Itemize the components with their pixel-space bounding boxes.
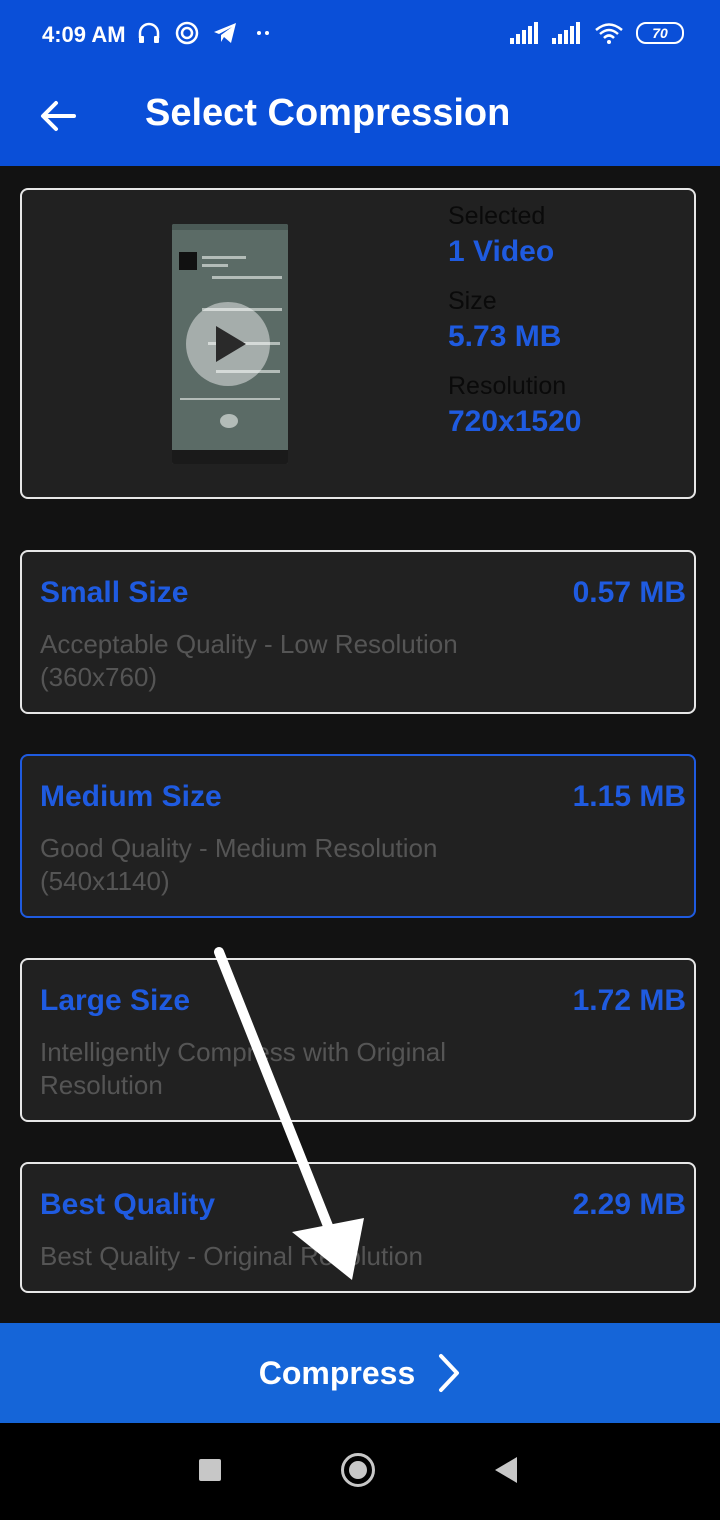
size-value: 5.73 MB (448, 320, 562, 353)
signal-icon (510, 22, 538, 44)
wifi-icon (595, 23, 623, 44)
option-size: 2.29 MB (572, 1188, 686, 1221)
option-best-quality[interactable]: Best Quality 2.29 MB Best Quality - Orig… (20, 1162, 696, 1293)
option-description: Good Quality - Medium Resolution (540x11… (40, 833, 438, 896)
thumbnail-progress (180, 398, 280, 400)
option-size: 0.57 MB (572, 576, 686, 609)
video-info-card: Selected 1 Video Size 5.73 MB Resolution… (20, 188, 696, 499)
option-title: Medium Size (40, 780, 222, 813)
more-dots-icon (257, 31, 269, 35)
thumbnail-line (202, 256, 246, 259)
app-bar: Select Compression (0, 70, 720, 166)
status-bar: 4:09 AM 70 (0, 0, 720, 70)
option-description: Intelligently Compress with Original Res… (40, 1037, 447, 1100)
option-medium-size[interactable]: Medium Size 1.15 MB Good Quality - Mediu… (20, 754, 696, 918)
thumbnail-pause (220, 414, 238, 428)
video-thumbnail[interactable] (172, 224, 288, 464)
option-title: Small Size (40, 576, 189, 609)
system-nav-bar (0, 1423, 720, 1520)
signal-icon (552, 22, 580, 44)
thumbnail-statusbar (172, 224, 288, 230)
compress-button[interactable]: Compress (0, 1323, 720, 1423)
status-icons-left (136, 20, 276, 46)
selected-label: Selected (448, 202, 546, 230)
resolution-value: 720x1520 (448, 405, 582, 438)
compress-label: Compress (258, 1354, 416, 1391)
video-meta: Selected 1 Video Size 5.73 MB Resolution… (448, 202, 581, 457)
option-description: Best Quality - Original Resolution (40, 1241, 423, 1271)
option-size: 1.72 MB (572, 984, 686, 1017)
page-title: Select Compression (145, 92, 511, 134)
telegram-icon (214, 23, 236, 43)
system-back-button[interactable] (495, 1457, 517, 1483)
resolution-label: Resolution (448, 372, 567, 400)
option-title: Best Quality (40, 1188, 216, 1221)
size-label: Size (448, 287, 497, 315)
play-button[interactable] (186, 302, 270, 386)
option-size: 1.15 MB (572, 780, 686, 813)
thumbnail-navbar (172, 450, 288, 464)
status-icons-right: 70 (510, 22, 684, 44)
thumbnail-line (212, 276, 282, 279)
thumbnail-album-art (179, 252, 197, 270)
option-small-size[interactable]: Small Size 0.57 MB Acceptable Quality - … (20, 550, 696, 714)
recents-button[interactable] (199, 1459, 221, 1481)
play-icon (216, 326, 246, 362)
home-button[interactable] (341, 1453, 375, 1487)
option-description: Acceptable Quality - Low Resolution (360… (40, 629, 458, 692)
chevron-right-icon (439, 1354, 460, 1392)
option-large-size[interactable]: Large Size 1.72 MB Intelligently Compres… (20, 958, 696, 1122)
app-icon (175, 21, 199, 45)
status-time: 4:09 AM (42, 22, 126, 47)
selected-value: 1 Video (448, 235, 555, 268)
battery-icon: 70 (636, 22, 684, 44)
headphones-icon (138, 22, 160, 43)
battery-level: 70 (652, 25, 668, 41)
option-title: Large Size (40, 984, 191, 1017)
thumbnail-line (202, 264, 228, 267)
back-button[interactable] (36, 94, 80, 138)
arrow-left-icon (41, 101, 76, 131)
